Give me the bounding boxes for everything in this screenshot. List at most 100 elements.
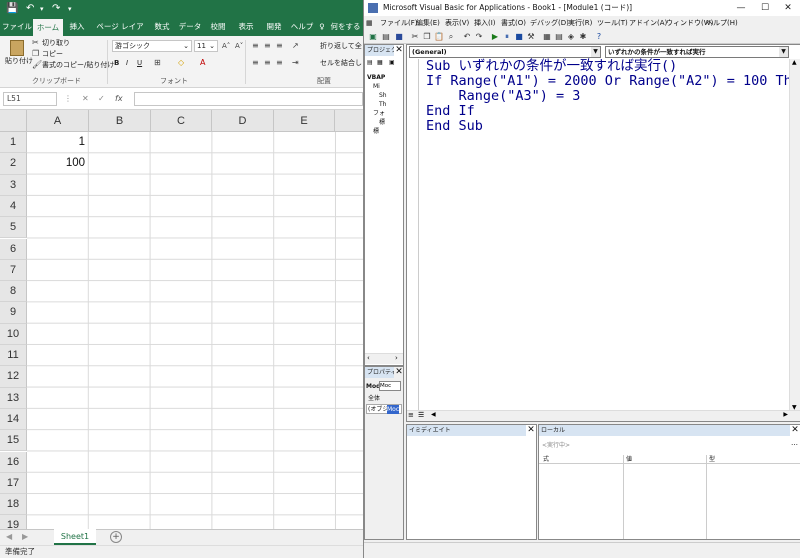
column-header-d[interactable]: D [212, 110, 274, 132]
cell-a2[interactable]: 100 [27, 153, 87, 174]
font-size-select[interactable]: 11 ⌄ [194, 40, 218, 52]
align-top-icon[interactable]: ≡ [252, 41, 259, 51]
view-excel-icon[interactable]: ▣ [368, 32, 378, 42]
code-hscroll[interactable]: ≡ ☰ ◀ ▶ [407, 410, 800, 421]
code-margin[interactable] [407, 59, 419, 411]
formula-input[interactable] [134, 92, 363, 106]
minimize-icon[interactable]: — [730, 0, 752, 16]
tree-node-thisworkbook[interactable]: Th [379, 100, 386, 109]
row-header[interactable]: 12 [0, 366, 27, 388]
grow-font-icon[interactable]: A˄ [222, 41, 230, 51]
align-middle-icon[interactable]: ≡ [264, 41, 271, 51]
row-header[interactable]: 18 [0, 494, 27, 516]
menu-format[interactable]: 書式(O) [501, 16, 526, 30]
tell-me-input[interactable]: 何をする [328, 18, 363, 36]
column-header-a[interactable]: A [27, 110, 89, 132]
bold-button[interactable]: B [114, 58, 119, 68]
row-header[interactable]: 5 [0, 217, 27, 239]
italic-button[interactable]: I [126, 58, 128, 68]
call-stack-icon[interactable]: … [791, 439, 798, 447]
close-icon[interactable]: ✕ [526, 425, 536, 436]
close-icon[interactable]: ✕ [777, 0, 799, 16]
tab-review[interactable]: 校閲 [206, 18, 230, 36]
code-text[interactable]: Sub いずれかの条件が一致すれば実行() If Range("A1") = 2… [426, 59, 800, 134]
merge-center-button[interactable]: セルを結合し [320, 58, 362, 68]
property-value-cell[interactable]: Moc [387, 405, 400, 414]
tab-formulas[interactable]: 数式 [150, 18, 174, 36]
maximize-icon[interactable]: ☐ [754, 0, 776, 16]
tell-me-icon[interactable]: ♀ [316, 18, 328, 36]
scroll-left-icon[interactable]: ‹ [367, 354, 370, 362]
tab-page-layout[interactable]: ページ レイアウト [93, 18, 147, 49]
format-painter-icon[interactable]: 🖌 [32, 60, 42, 70]
font-color-icon[interactable]: A [200, 58, 205, 68]
toggle-folders-icon[interactable]: ▣ [389, 58, 395, 67]
menu-edit[interactable]: 編集(E) [416, 16, 440, 30]
cell-area[interactable] [27, 132, 363, 529]
redo-icon[interactable]: ↷ [474, 32, 484, 42]
break-icon[interactable]: ⏸ [502, 32, 512, 42]
locals-col-value[interactable]: 値 [626, 455, 632, 464]
indent-icon[interactable]: ⇥ [292, 58, 299, 68]
scroll-up-icon[interactable]: ▲ [792, 59, 797, 66]
tree-node-objects[interactable]: Mi [373, 82, 380, 91]
undo-icon[interactable]: ↶ [26, 2, 34, 16]
align-right-icon[interactable]: ≡ [276, 58, 283, 68]
row-header[interactable]: 1 [0, 132, 27, 154]
fill-color-icon[interactable]: ◇ [178, 58, 184, 68]
name-box[interactable]: L51 [3, 92, 57, 106]
scroll-right-icon[interactable]: ▶ [783, 411, 788, 418]
procedure-view-icon[interactable]: ≡ [408, 411, 414, 419]
find-icon[interactable]: ⌕ [446, 32, 456, 42]
menu-run[interactable]: 実行(R) [568, 16, 592, 30]
sheet-tab-sheet1[interactable]: Sheet1 [54, 529, 96, 545]
undo-icon[interactable]: ↶ [462, 32, 472, 42]
tab-home[interactable]: ホーム [33, 19, 63, 36]
column-header-e[interactable]: E [274, 110, 335, 132]
menu-file[interactable]: ファイル(F) [380, 16, 418, 30]
view-code-icon[interactable]: ▤ [367, 58, 373, 67]
tab-file[interactable]: ファイル [2, 18, 32, 36]
locals-col-type[interactable]: 型 [709, 455, 715, 464]
borders-icon[interactable]: ⊞ [154, 58, 161, 68]
insert-function-icon[interactable]: fx [115, 92, 123, 106]
properties-tab-alphabetic[interactable]: 全体 [368, 394, 380, 403]
copy-icon[interactable]: ❐ [32, 49, 39, 59]
reset-icon[interactable]: ■ [514, 32, 524, 42]
row-header[interactable]: 7 [0, 259, 27, 282]
save-icon[interactable]: ■ [394, 32, 404, 42]
cell-a1[interactable]: 1 [27, 132, 87, 153]
row-header[interactable]: 3 [0, 174, 27, 196]
project-explorer-icon[interactable]: ▦ [542, 32, 552, 42]
column-header-f[interactable] [335, 110, 363, 132]
paste-icon[interactable]: 📋 [434, 32, 444, 42]
run-icon[interactable]: ▶ [490, 32, 500, 42]
add-sheet-button[interactable]: + [110, 531, 122, 543]
locals-col-expression[interactable]: 式 [543, 455, 549, 464]
paste-icon[interactable] [10, 40, 24, 56]
immediate-input[interactable] [407, 436, 536, 539]
cancel-icon[interactable]: ✕ [82, 92, 89, 106]
font-name-select[interactable]: 游ゴシック ⌄ [112, 40, 192, 52]
copy-button[interactable]: コピー [42, 49, 63, 59]
row-header[interactable]: 11 [0, 345, 27, 367]
project-hscroll[interactable]: ‹ › [365, 353, 403, 364]
menu-insert[interactable]: 挿入(I) [474, 16, 496, 30]
view-object-icon[interactable]: ▦ [377, 58, 383, 67]
row-header[interactable]: 9 [0, 302, 27, 324]
menu-view[interactable]: 表示(V) [445, 16, 469, 30]
cut-icon[interactable]: ✂ [410, 32, 420, 42]
procedure-select[interactable]: いずれかの条件が一致すれば実行 ▼ [605, 46, 789, 58]
properties-window-icon[interactable]: ▤ [554, 32, 564, 42]
undo-dropdown-icon[interactable]: ▾ [40, 2, 44, 16]
object-select[interactable]: (General) ▼ [409, 46, 601, 58]
wrap-text-button[interactable]: 折り返して全 [320, 41, 362, 51]
cut-button[interactable]: 切り取り [42, 38, 70, 48]
row-header[interactable]: 19 [0, 515, 27, 529]
close-icon[interactable]: ✕ [790, 425, 800, 436]
row-header[interactable]: 10 [0, 323, 27, 345]
row-header[interactable]: 15 [0, 430, 27, 452]
enter-icon[interactable]: ✓ [98, 92, 105, 106]
redo-icon[interactable]: ↷ [52, 2, 60, 16]
cut-icon[interactable]: ✂ [32, 38, 39, 48]
